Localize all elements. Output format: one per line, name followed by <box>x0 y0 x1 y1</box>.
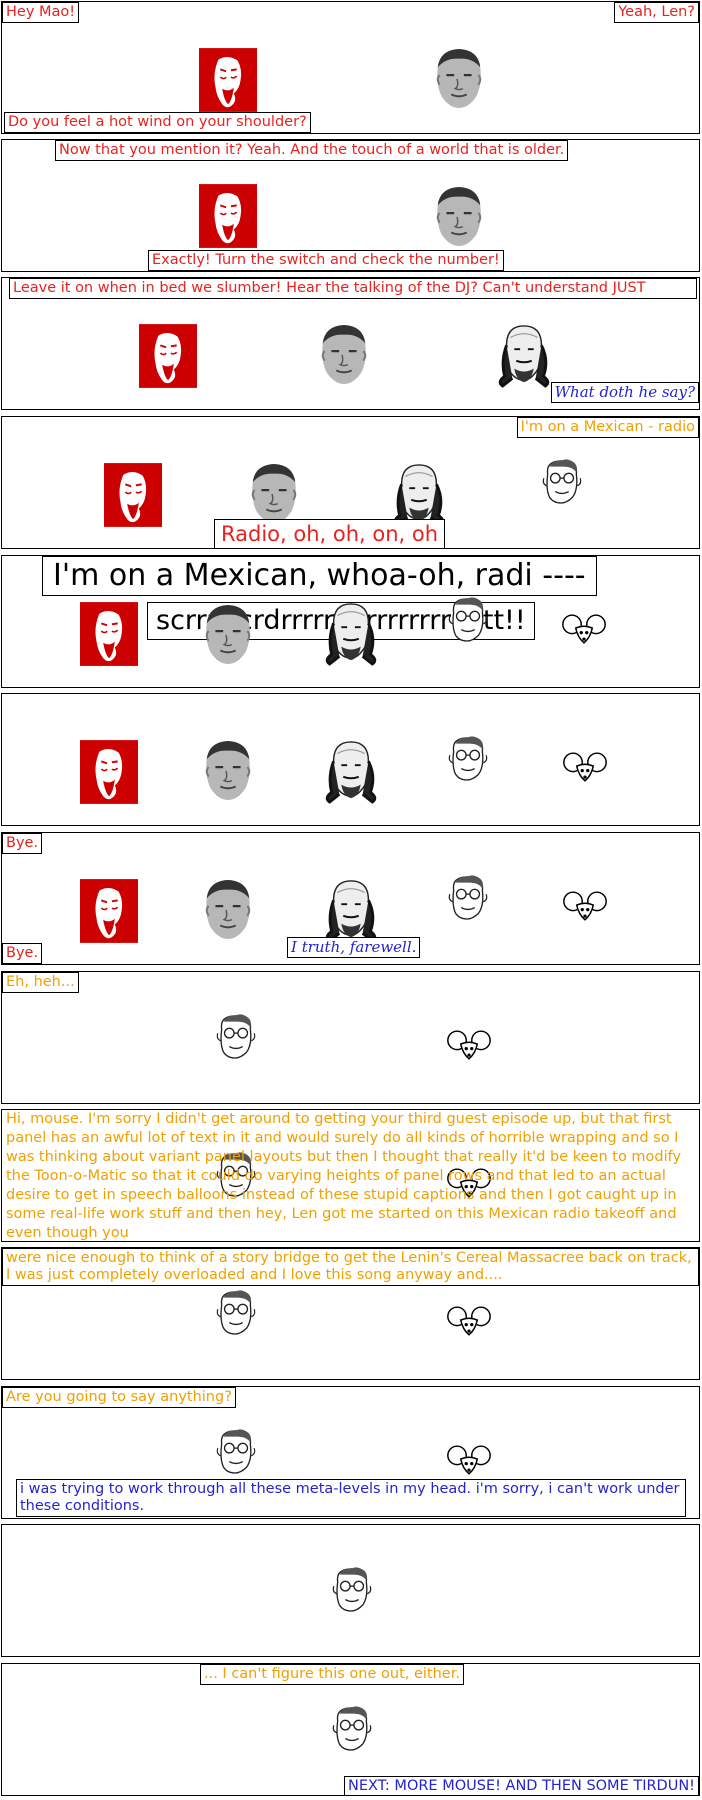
shakespeare-face-icon <box>493 322 555 388</box>
caption: What doth he say? <box>550 382 699 403</box>
comic-panel-2: Now that you mention it? Yeah. And the t… <box>1 139 700 272</box>
lenin-face-icon <box>80 740 138 804</box>
caption: I truth, farewell. <box>287 937 421 958</box>
comic-panel-8: Eh, heh... <box>1 971 700 1104</box>
caption: Do you feel a hot wind on your shoulder? <box>4 112 311 133</box>
shakespeare-face-icon <box>320 877 382 943</box>
cartoonist-face-icon <box>446 873 490 921</box>
cartoonist-face-icon <box>540 457 584 505</box>
comic-panel-6 <box>1 693 700 826</box>
mao-face-icon <box>199 738 257 802</box>
cartoonist-face-icon <box>214 1288 258 1336</box>
mouse-face-icon <box>446 1444 492 1476</box>
mao-face-icon <box>430 184 488 248</box>
mao-face-icon <box>199 877 257 941</box>
cartoonist-face-icon <box>330 1704 374 1752</box>
lenin-face-icon <box>80 879 138 943</box>
caption: Bye. <box>2 833 43 854</box>
comic-panel-12 <box>1 1524 700 1657</box>
shakespeare-face-icon <box>320 738 382 804</box>
cartoonist-face-icon <box>214 1427 258 1475</box>
lenin-face-icon <box>104 463 162 527</box>
comic-panel-3: Leave it on when in bed we slumber! Hear… <box>1 277 700 410</box>
shakespeare-face-icon <box>388 461 450 527</box>
cartoonist-face-icon <box>214 1012 258 1060</box>
caption: Now that you mention it? Yeah. And the t… <box>55 140 569 161</box>
caption: I'm on a Mexican - radio <box>516 417 699 438</box>
comic-panel-10: were nice enough to think of a story bri… <box>1 1247 700 1380</box>
mao-face-icon <box>199 602 257 666</box>
lenin-face-icon <box>80 602 138 666</box>
caption: Yeah, Len? <box>614 2 699 23</box>
comic-panel-13: ... I can't figure this one out, either.… <box>1 1663 700 1796</box>
caption: Leave it on when in bed we slumber! Hear… <box>9 278 697 299</box>
mao-face-icon <box>245 461 303 525</box>
cartoonist-face-icon <box>446 595 490 643</box>
caption: Are you going to say anything? <box>2 1387 236 1408</box>
comic-panel-9: Hi, mouse. I'm sorry I didn't get around… <box>1 1109 700 1242</box>
shakespeare-face-icon <box>320 600 382 666</box>
mao-face-icon <box>315 322 373 386</box>
caption: Hey Mao! <box>2 2 80 23</box>
cartoonist-face-icon <box>446 734 490 782</box>
caption: Exactly! Turn the switch and check the n… <box>148 250 504 271</box>
lenin-face-icon <box>139 324 197 388</box>
caption: Hi, mouse. I'm sorry I didn't get around… <box>6 1111 682 1241</box>
caption: NEXT: MORE MOUSE! AND THEN SOME TIRDUN! <box>343 1776 699 1795</box>
cartoonist-face-icon <box>330 1565 374 1613</box>
caption: Eh, heh... <box>2 972 79 993</box>
mouse-face-icon <box>562 751 608 783</box>
caption: I'm on a Mexican, whoa-oh, radi ---- <box>42 556 597 596</box>
caption: Bye. <box>2 943 43 964</box>
caption: were nice enough to think of a story bri… <box>2 1248 699 1286</box>
caption: i was trying to work through all these m… <box>16 1479 686 1517</box>
mouse-face-icon <box>446 1029 492 1061</box>
mouse-face-icon <box>562 890 608 922</box>
caption: Radio, oh, oh, on, oh <box>214 519 446 548</box>
lenin-face-icon <box>199 184 257 248</box>
comic-panel-5: I'm on a Mexican, whoa-oh, radi ---- scr… <box>1 555 700 688</box>
mouse-face-icon <box>446 1305 492 1337</box>
mao-face-icon <box>430 46 488 110</box>
lenin-face-icon <box>199 48 257 112</box>
mouse-face-icon <box>561 613 607 645</box>
comic-panel-11: Are you going to say anything? i was try… <box>1 1386 700 1519</box>
caption: ... I can't figure this one out, either. <box>200 1664 464 1685</box>
comic-panel-1: Hey Mao! Yeah, Len? Do you feel a hot wi… <box>1 1 700 134</box>
comic-panel-7: Bye. Bye. I truth, farewell. <box>1 832 700 965</box>
comic-panel-4: I'm on a Mexican - radio Radio, oh, oh, … <box>1 416 700 549</box>
